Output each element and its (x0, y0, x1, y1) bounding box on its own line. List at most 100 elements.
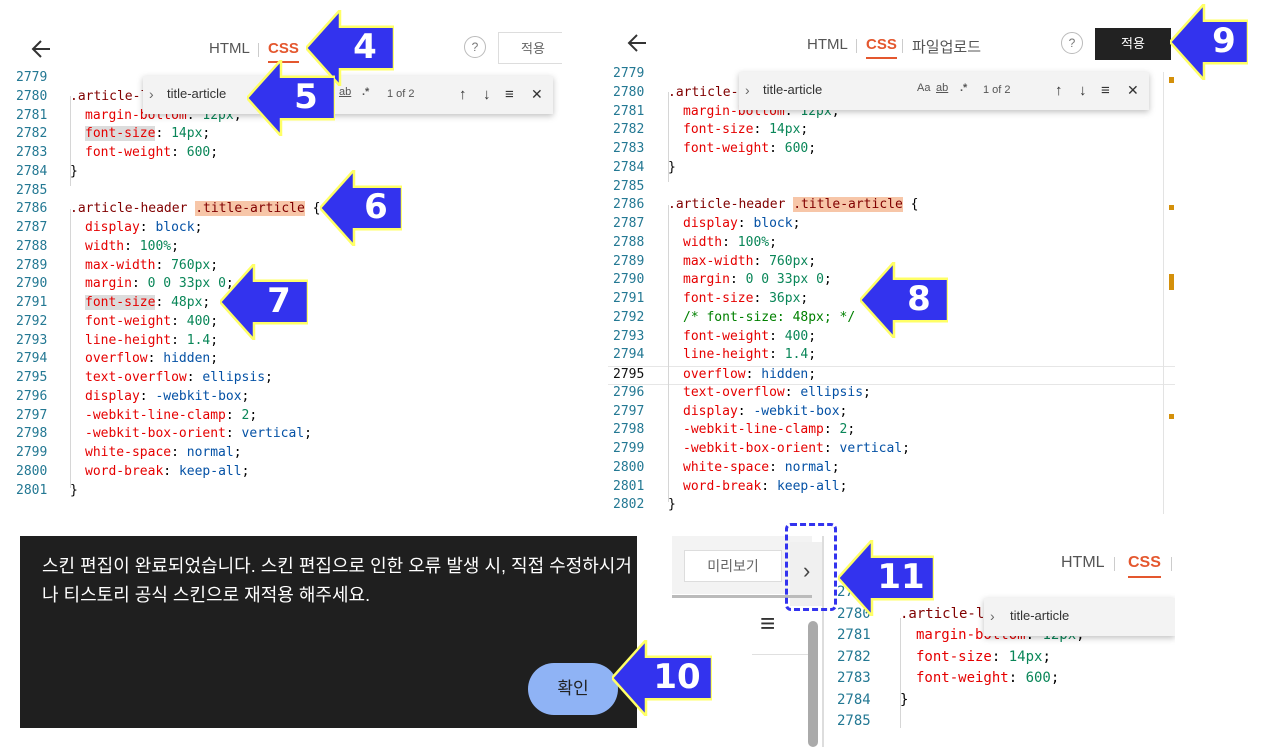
code-line[interactable]: 2797 display: -webkit-box; (608, 404, 1175, 423)
close-icon[interactable]: ✕ (531, 86, 543, 103)
code-line[interactable]: 2799 white-space: normal; (0, 445, 562, 464)
chevron-right-icon[interactable]: › (149, 86, 154, 102)
code-line[interactable]: 2799 -webkit-box-orient: vertical; (608, 441, 1175, 460)
code-line[interactable]: 2784} (824, 692, 1175, 714)
code-text: max-width: 760px; (85, 257, 219, 273)
code-line[interactable]: 2801} (0, 483, 562, 502)
code-text: max-width: 760px; (683, 253, 817, 269)
tab-css[interactable]: CSS (866, 36, 897, 59)
code-line[interactable]: 2800 white-space: normal; (608, 460, 1175, 479)
code-line[interactable]: 2785 (608, 179, 1175, 198)
arrow-down-icon[interactable]: ↓ (483, 86, 491, 103)
tab-upload[interactable]: 파일업로드 (912, 36, 981, 57)
code-line[interactable]: 2787 display: block; (608, 216, 1175, 235)
whole-word-icon[interactable]: ab (936, 82, 948, 94)
tab-html[interactable]: HTML (1061, 554, 1105, 572)
code-line[interactable]: 2783 font-weight: 600; (608, 141, 1175, 160)
match-count: 1 of 2 (387, 88, 415, 100)
confirm-button[interactable]: 확인 (528, 663, 618, 715)
chevron-right-icon[interactable]: › (745, 82, 750, 98)
line-number: 2797 (613, 403, 645, 419)
code-line[interactable]: 2786 .article-header .title-article { (608, 197, 1175, 216)
code-text: .article-header .title-article { (668, 197, 919, 213)
code-line[interactable]: 2796 text-overflow: ellipsis; (608, 385, 1175, 404)
code-line[interactable]: 2798 -webkit-line-clamp: 2; (608, 422, 1175, 441)
code-line[interactable]: 2798 -webkit-box-orient: vertical; (0, 426, 562, 445)
code-line[interactable]: 2783 font-weight: 600; (824, 670, 1175, 692)
line-number: 2783 (837, 670, 871, 686)
menu-icon[interactable]: ≡ (760, 608, 775, 639)
code-line[interactable]: 2795 text-overflow: ellipsis; (0, 370, 562, 389)
regex-icon[interactable]: .* (362, 86, 369, 98)
code-text: font-weight: 400; (683, 328, 817, 344)
find-input[interactable]: title-article (1010, 608, 1069, 623)
minimap-marker (1169, 205, 1174, 210)
apply-button[interactable]: 적용 (1095, 28, 1171, 60)
code-text: margin: 0 0 33px 0; (683, 272, 832, 288)
tab-css[interactable]: CSS (1128, 554, 1161, 578)
callout-arrow: 5 (247, 60, 335, 136)
code-text: overflow: hidden; (683, 367, 817, 382)
line-number: 2781 (837, 627, 871, 643)
line-number: 2786 (613, 197, 645, 213)
code-line[interactable]: 2786 .article-header .title-article { (0, 201, 562, 220)
code-text: white-space: normal; (683, 459, 840, 475)
code-line[interactable]: 2800 word-break: keep-all; (0, 464, 562, 483)
code-line[interactable]: 2787 display: block; (0, 220, 562, 239)
close-icon[interactable]: ✕ (1127, 82, 1139, 99)
code-line[interactable]: 2796 display: -webkit-box; (0, 389, 562, 408)
find-input[interactable]: title-article (167, 86, 226, 101)
back-arrow-icon[interactable] (28, 34, 58, 64)
code-line[interactable]: 2785 (824, 713, 1175, 735)
find-input[interactable]: title-article (763, 82, 822, 97)
regex-icon[interactable]: .* (960, 82, 967, 94)
code-line[interactable]: 2783 font-weight: 600; (0, 145, 562, 164)
line-number: 2793 (16, 332, 48, 348)
tab-html[interactable]: HTML (807, 36, 848, 53)
code-line[interactable]: 2795 overflow: hidden; (608, 366, 1175, 385)
code-text: -webkit-box-orient: vertical; (683, 441, 910, 456)
code-line[interactable]: 2794 overflow: hidden; (0, 351, 562, 370)
scrollbar-thumb[interactable] (808, 621, 818, 747)
code-line[interactable]: 2784} (608, 160, 1175, 179)
selection-icon[interactable]: ≡ (1101, 82, 1110, 99)
code-line[interactable]: 2788 width: 100%; (608, 235, 1175, 254)
apply-button[interactable]: 적용 (498, 32, 562, 64)
back-arrow-icon[interactable] (624, 28, 654, 58)
line-number: 2783 (613, 141, 645, 156)
whole-word-icon[interactable]: ab (339, 86, 351, 98)
scrollbar-track[interactable] (1163, 72, 1164, 514)
code-text: .article-l (70, 88, 149, 104)
help-icon[interactable]: ? (464, 36, 486, 58)
line-number: 2789 (613, 253, 645, 269)
code-line[interactable]: 2788 width: 100%; (0, 239, 562, 258)
line-number: 2799 (613, 441, 645, 456)
code-line[interactable]: 2797 -webkit-line-clamp: 2; (0, 408, 562, 427)
arrow-up-icon[interactable]: ↑ (459, 86, 467, 103)
match-case-icon[interactable]: Aa (917, 82, 930, 94)
line-number: 2792 (16, 313, 48, 329)
line-number: 2791 (16, 295, 48, 310)
arrow-up-icon[interactable]: ↑ (1055, 82, 1063, 99)
code-line[interactable]: 2784} (0, 164, 562, 183)
line-number: 2795 (613, 367, 645, 382)
preview-button[interactable]: 미리보기 (684, 550, 782, 582)
chevron-right-icon[interactable]: › (990, 608, 995, 624)
code-line[interactable]: 2785 (0, 183, 562, 202)
line-number: 2782 (16, 126, 48, 142)
code-line[interactable]: 2802} (608, 497, 1175, 514)
code-line[interactable]: 2782 font-size: 14px; (608, 122, 1175, 141)
help-icon[interactable]: ? (1061, 32, 1083, 54)
line-number: 2783 (16, 145, 48, 160)
code-text: display: block; (85, 220, 203, 235)
tab-separator (902, 39, 903, 53)
code-line[interactable]: 2801 word-break: keep-all; (608, 479, 1175, 498)
code-line[interactable]: 2794 line-height: 1.4; (608, 347, 1175, 366)
tab-html[interactable]: HTML (209, 40, 250, 57)
arrow-down-icon[interactable]: ↓ (1079, 82, 1087, 99)
tab-css[interactable]: CSS (268, 40, 299, 63)
callout-number: 9 (1212, 21, 1236, 61)
divider (752, 654, 808, 655)
selection-icon[interactable]: ≡ (505, 86, 514, 103)
code-line[interactable]: 2782 font-size: 14px; (824, 649, 1175, 671)
